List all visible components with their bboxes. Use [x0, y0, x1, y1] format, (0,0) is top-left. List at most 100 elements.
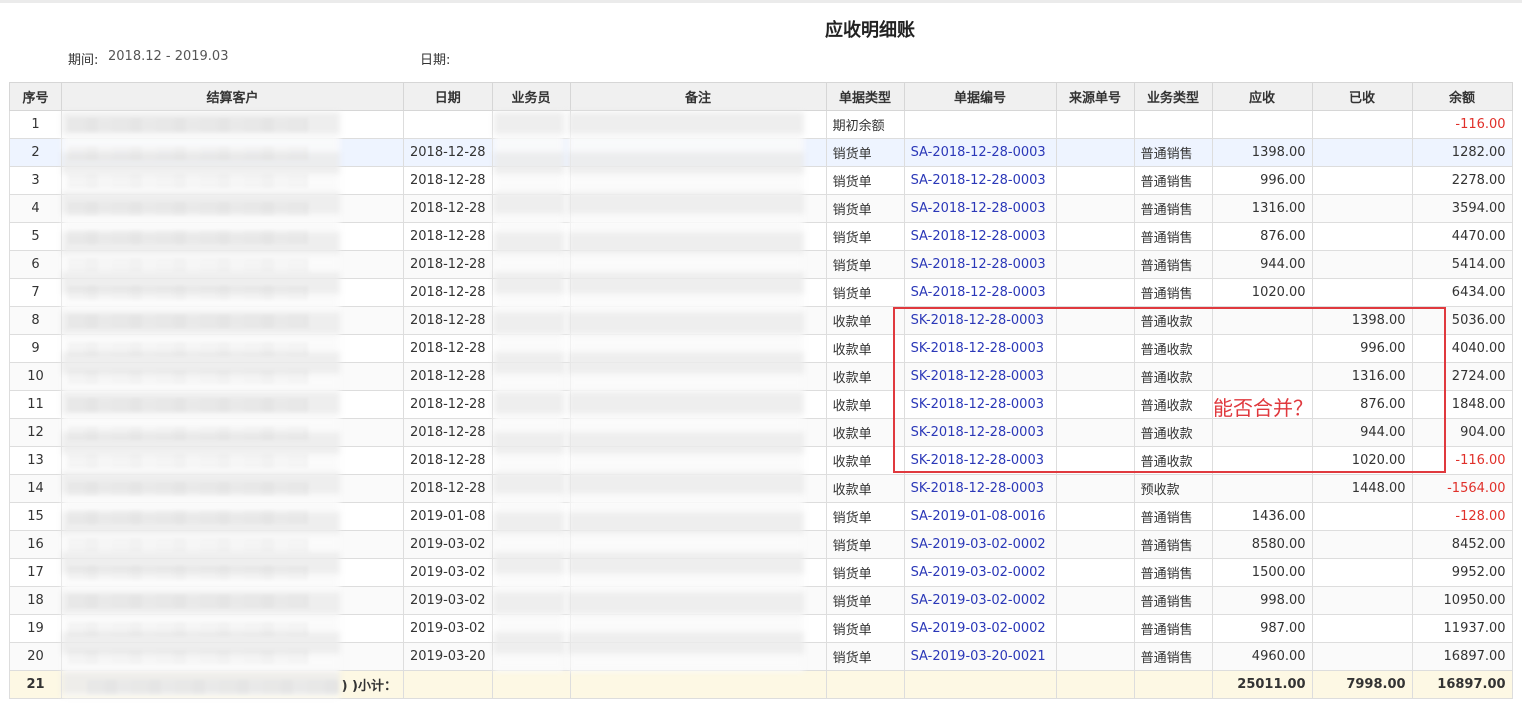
date-cell: 2019-01-08	[403, 502, 493, 531]
column-header[interactable]: 单据类型	[825, 82, 905, 111]
column-header[interactable]: 来源单号	[1055, 82, 1135, 111]
table-row[interactable]: 18 2019-03-02 销货单 SA-2019-03-02-0002 普通销售 998…	[9, 586, 1513, 615]
remark-cell	[569, 474, 827, 503]
empty-cell	[903, 670, 1057, 699]
merge-question-annotation: 能否合并？	[1213, 396, 1313, 420]
column-header[interactable]: 已收	[1311, 82, 1413, 111]
column-header[interactable]: 业务员	[491, 82, 571, 111]
balance-cell: 11937.00	[1411, 614, 1513, 643]
table-row[interactable]: 8 2018-12-28 收款单 SK-2018-12-28-0003 普通收款 1398…	[9, 306, 1513, 335]
table-row[interactable]: 19 2019-03-02 销货单 SA-2019-03-02-0002 普通销售 987…	[9, 614, 1513, 643]
date-cell: 2019-03-02	[403, 530, 493, 559]
row-index: 1	[9, 110, 62, 139]
date-cell: 2018-12-28	[403, 474, 493, 503]
doc-number-link[interactable]: SA-2019-03-02-0002	[903, 558, 1057, 587]
ledger-table: 序号 结算客户 日期 业务员 备注 单据类型 单据编号 来源单号 业务类型 应收 已收 余额 1 期初余…	[9, 82, 1513, 699]
receivable-cell: 1398.00	[1211, 138, 1313, 167]
table-row[interactable]: 20 2019-03-20 销货单 SA-2019-03-20-0021 普通销售 496…	[9, 642, 1513, 671]
row-index: 4	[9, 194, 62, 223]
doc-number-link[interactable]: SA-2019-03-02-0002	[903, 586, 1057, 615]
table-row[interactable]: 12 2018-12-28 收款单 SK-2018-12-28-0003 普通收款 944…	[9, 418, 1513, 447]
doc-type-cell: 销货单	[825, 642, 905, 671]
doc-number-link[interactable]: SA-2019-03-02-0002	[903, 614, 1057, 643]
column-header[interactable]: 结算客户	[61, 82, 404, 111]
table-row[interactable]: 6 2018-12-28 销货单 SA-2018-12-28-0003 普通销售 944.…	[9, 250, 1513, 279]
table-row[interactable]: 4 2018-12-28 销货单 SA-2018-12-28-0003 普通销售 1316…	[9, 194, 1513, 223]
received-cell	[1311, 138, 1413, 167]
table-row[interactable]: 14 2018-12-28 收款单 SK-2018-12-28-0003 预收款 1448…	[9, 474, 1513, 503]
table-row[interactable]: 5 2018-12-28 销货单 SA-2018-12-28-0003 普通销售 876.…	[9, 222, 1513, 251]
balance-cell: -128.00	[1411, 502, 1513, 531]
table-row[interactable]: 1 期初余额 -116.00	[9, 110, 1513, 139]
column-header[interactable]: 应收	[1211, 82, 1313, 111]
doc-number-link[interactable]: SK-2018-12-28-0003	[903, 362, 1057, 391]
balance-cell: 2724.00	[1411, 362, 1513, 391]
doc-type-cell: 销货单	[825, 278, 905, 307]
source-number-cell	[1055, 306, 1135, 335]
salesperson-cell	[491, 614, 571, 643]
doc-number-link[interactable]: SK-2018-12-28-0003	[903, 306, 1057, 335]
doc-number-link[interactable]: SA-2018-12-28-0003	[903, 194, 1057, 223]
customer-cell	[61, 194, 404, 223]
empty-cell	[1133, 670, 1213, 699]
doc-number-link[interactable]: SK-2018-12-28-0003	[903, 334, 1057, 363]
balance-cell: 2278.00	[1411, 166, 1513, 195]
salesperson-cell	[491, 390, 571, 419]
balance-cell: 10950.00	[1411, 586, 1513, 615]
business-type-cell: 普通收款	[1133, 390, 1213, 419]
table-row[interactable]: 10 2018-12-28 收款单 SK-2018-12-28-0003 普通收款 131…	[9, 362, 1513, 391]
customer-cell	[61, 278, 404, 307]
business-type-cell: 普通销售	[1133, 194, 1213, 223]
balance-cell: -1564.00	[1411, 474, 1513, 503]
table-row[interactable]: 17 2019-03-02 销货单 SA-2019-03-02-0002 普通销售 150…	[9, 558, 1513, 587]
doc-number-link[interactable]: SA-2019-03-20-0021	[903, 642, 1057, 671]
table-row[interactable]: 3 2018-12-28 销货单 SA-2018-12-28-0003 普通销售 996.…	[9, 166, 1513, 195]
doc-number-link[interactable]: SA-2019-03-02-0002	[903, 530, 1057, 559]
column-header[interactable]: 业务类型	[1133, 82, 1213, 111]
doc-type-cell: 收款单	[825, 418, 905, 447]
column-header[interactable]: 日期	[403, 82, 493, 111]
source-number-cell	[1055, 614, 1135, 643]
source-number-cell	[1055, 222, 1135, 251]
table-row[interactable]: 13 2018-12-28 收款单 SK-2018-12-28-0003 普通收款 102…	[9, 446, 1513, 475]
doc-number-link[interactable]: SA-2018-12-28-0003	[903, 278, 1057, 307]
empty-cell	[491, 670, 571, 699]
row-index: 8	[9, 306, 62, 335]
row-index: 20	[9, 642, 62, 671]
subtotal-label: ) )小计：	[61, 670, 404, 699]
received-cell	[1311, 250, 1413, 279]
business-type-cell: 普通收款	[1133, 334, 1213, 363]
salesperson-cell	[491, 334, 571, 363]
doc-number-link[interactable]: SK-2018-12-28-0003	[903, 446, 1057, 475]
doc-number-link[interactable]	[903, 110, 1057, 139]
date-cell: 2019-03-20	[403, 642, 493, 671]
doc-number-link[interactable]: SK-2018-12-28-0003	[903, 390, 1057, 419]
column-header[interactable]: 余额	[1411, 82, 1513, 111]
balance-cell: 4470.00	[1411, 222, 1513, 251]
table-row[interactable]: 16 2019-03-02 销货单 SA-2019-03-02-0002 普通销售 858…	[9, 530, 1513, 559]
table-row[interactable]: 2 2018-12-28 销货单 SA-2018-12-28-0003 普通销售 1398…	[9, 138, 1513, 167]
doc-number-link[interactable]: SA-2018-12-28-0003	[903, 166, 1057, 195]
doc-number-link[interactable]: SA-2018-12-28-0003	[903, 222, 1057, 251]
balance-cell: 8452.00	[1411, 530, 1513, 559]
doc-number-link[interactable]: SK-2018-12-28-0003	[903, 474, 1057, 503]
received-cell: 944.00	[1311, 418, 1413, 447]
customer-cell	[61, 642, 404, 671]
subtotal-received: 7998.00	[1311, 670, 1413, 699]
business-type-cell: 普通收款	[1133, 446, 1213, 475]
table-row[interactable]: 9 2018-12-28 收款单 SK-2018-12-28-0003 普通收款 996.…	[9, 334, 1513, 363]
column-header[interactable]: 单据编号	[903, 82, 1057, 111]
doc-number-link[interactable]: SA-2018-12-28-0003	[903, 250, 1057, 279]
table-row[interactable]: 7 2018-12-28 销货单 SA-2018-12-28-0003 普通销售 1020…	[9, 278, 1513, 307]
doc-number-link[interactable]: SK-2018-12-28-0003	[903, 418, 1057, 447]
column-header[interactable]: 备注	[569, 82, 827, 111]
customer-cell	[61, 222, 404, 251]
doc-number-link[interactable]: SA-2018-12-28-0003	[903, 138, 1057, 167]
business-type-cell: 普通收款	[1133, 306, 1213, 335]
table-row[interactable]: 15 2019-01-08 销货单 SA-2019-01-08-0016 普通销售 143…	[9, 502, 1513, 531]
customer-cell	[61, 586, 404, 615]
salesperson-cell	[491, 502, 571, 531]
doc-number-link[interactable]: SA-2019-01-08-0016	[903, 502, 1057, 531]
salesperson-cell	[491, 110, 571, 139]
column-header[interactable]: 序号	[9, 82, 62, 111]
